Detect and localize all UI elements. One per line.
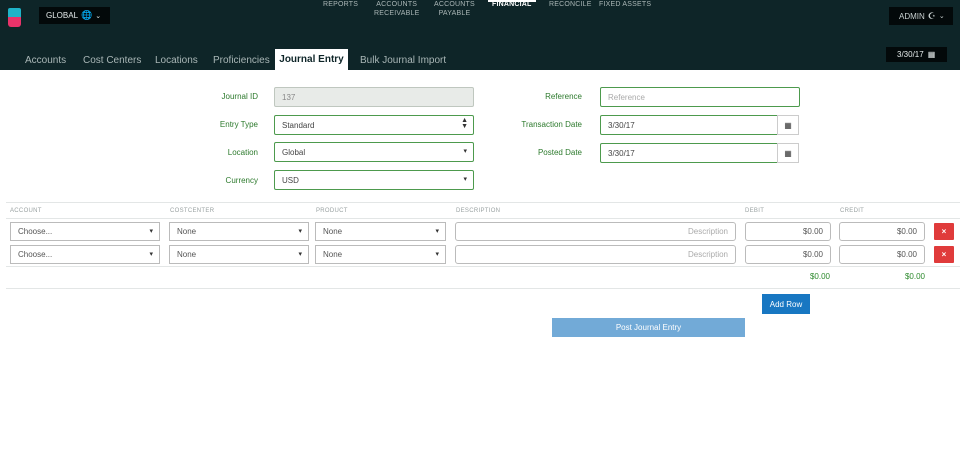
debit-input[interactable]: $0.00 — [745, 222, 831, 241]
nav-reports[interactable]: REPORTS — [323, 0, 358, 30]
close-icon: × — [941, 227, 947, 236]
costcenter-select[interactable]: None ▾ — [169, 222, 309, 241]
posted-date-label: Posted Date — [537, 148, 582, 157]
credit-input[interactable]: $0.00 — [839, 222, 925, 241]
date-label: 3/30/17 — [897, 50, 924, 59]
calendar-icon: ▦ — [927, 50, 936, 59]
product-select[interactable]: None ▾ — [315, 245, 446, 264]
delete-row-button[interactable]: × — [934, 223, 954, 240]
caret-down-icon: ▾ — [435, 228, 439, 235]
globe-icon: 🌐 — [81, 10, 93, 20]
date-selector-button[interactable]: 3/30/17 ▦ — [886, 47, 947, 62]
column-header-product: PRODUCT — [316, 208, 348, 214]
journal-id-label: Journal ID — [221, 92, 258, 101]
table-top-divider — [6, 202, 960, 203]
tab-cost-centers[interactable]: Cost Centers — [83, 55, 141, 66]
total-credit: $0.00 — [904, 272, 925, 281]
close-icon: × — [941, 250, 947, 259]
chevron-down-icon: ⌄ — [938, 13, 945, 20]
column-header-account: ACCOUNT — [10, 208, 42, 214]
caret-down-icon: ▾ — [463, 148, 467, 155]
nav-reconcile[interactable]: RECONCILE — [549, 0, 592, 30]
nav-financial[interactable]: FINANCIAL — [488, 0, 536, 30]
admin-label: ADMIN — [899, 11, 925, 21]
delete-row-button[interactable]: × — [934, 246, 954, 263]
table-rows-divider — [6, 266, 960, 267]
transaction-date-calendar-button[interactable]: ▦ — [777, 115, 799, 135]
currency-label: Currency — [225, 176, 258, 185]
journal-id-field: 137 — [274, 87, 474, 107]
reference-input[interactable]: Reference — [600, 87, 800, 107]
table-bottom-divider — [6, 288, 960, 289]
post-journal-entry-button[interactable]: Post Journal Entry — [552, 318, 745, 337]
caret-down-icon: ▾ — [298, 228, 302, 235]
global-label: GLOBAL — [46, 11, 79, 20]
calendar-icon: ▦ — [784, 148, 792, 158]
location-select[interactable]: Global ▾ — [274, 142, 474, 162]
updown-icon: ▲ ▼ — [461, 117, 468, 130]
debit-input[interactable]: $0.00 — [745, 245, 831, 264]
column-header-description: DESCRIPTION — [456, 208, 501, 214]
column-header-costcenter: COSTCENTER — [170, 208, 215, 214]
total-debit: $0.00 — [809, 272, 830, 281]
caret-down-icon: ▾ — [463, 176, 467, 183]
account-select[interactable]: Choose... ▾ — [10, 222, 160, 241]
caret-down-icon: ▾ — [149, 251, 153, 258]
posted-date-calendar-button[interactable]: ▦ — [777, 143, 799, 163]
location-selector-button[interactable]: GLOBAL 🌐 ⌄ — [39, 7, 110, 24]
nav-accounts-receivable[interactable]: ACCOUNTS RECEIVABLE — [374, 0, 419, 30]
reference-label: Reference — [545, 92, 582, 101]
caret-down-icon: ▾ — [298, 251, 302, 258]
headphones-icon: ☪ — [927, 10, 936, 21]
nav-accounts-payable[interactable]: ACCOUNTS PAYABLE — [434, 0, 475, 30]
costcenter-select[interactable]: None ▾ — [169, 245, 309, 264]
location-label: Location — [227, 148, 258, 157]
table-header-divider — [6, 218, 960, 219]
description-input[interactable]: Description — [455, 222, 736, 241]
entry-type-select[interactable]: Standard ▲ ▼ — [274, 115, 474, 135]
credit-input[interactable]: $0.00 — [839, 245, 925, 264]
tab-proficiencies[interactable]: Proficiencies — [213, 55, 270, 66]
product-select[interactable]: None ▾ — [315, 222, 446, 241]
posted-date-input[interactable]: 3/30/17 — [600, 143, 780, 163]
chevron-down-icon: ⌄ — [95, 12, 102, 20]
column-header-debit: DEBIT — [745, 208, 765, 214]
tab-accounts[interactable]: Accounts — [25, 55, 66, 66]
transaction-date-input[interactable]: 3/30/17 — [600, 115, 780, 135]
add-row-button[interactable]: Add Row — [762, 294, 810, 314]
tab-bulk-journal-import[interactable]: Bulk Journal Import — [360, 55, 446, 66]
calendar-icon: ▦ — [784, 120, 792, 130]
description-input[interactable]: Description — [455, 245, 736, 264]
currency-select[interactable]: USD ▾ — [274, 170, 474, 190]
caret-down-icon: ▾ — [149, 228, 153, 235]
tab-journal-entry[interactable]: Journal Entry — [275, 49, 348, 70]
tab-locations[interactable]: Locations — [155, 55, 198, 66]
admin-menu-button[interactable]: ADMIN ☪ ⌄ — [889, 7, 953, 25]
account-select[interactable]: Choose... ▾ — [10, 245, 160, 264]
column-header-credit: CREDIT — [840, 208, 865, 214]
top-header: GLOBAL 🌐 ⌄ REPORTS ACCOUNTS RECEIVABLE A… — [0, 0, 960, 70]
transaction-date-label: Transaction Date — [521, 120, 582, 129]
entry-type-label: Entry Type — [219, 120, 258, 129]
caret-down-icon: ▾ — [435, 251, 439, 258]
app-logo[interactable] — [8, 8, 21, 27]
nav-fixed-assets[interactable]: FIXED ASSETS — [599, 0, 651, 30]
